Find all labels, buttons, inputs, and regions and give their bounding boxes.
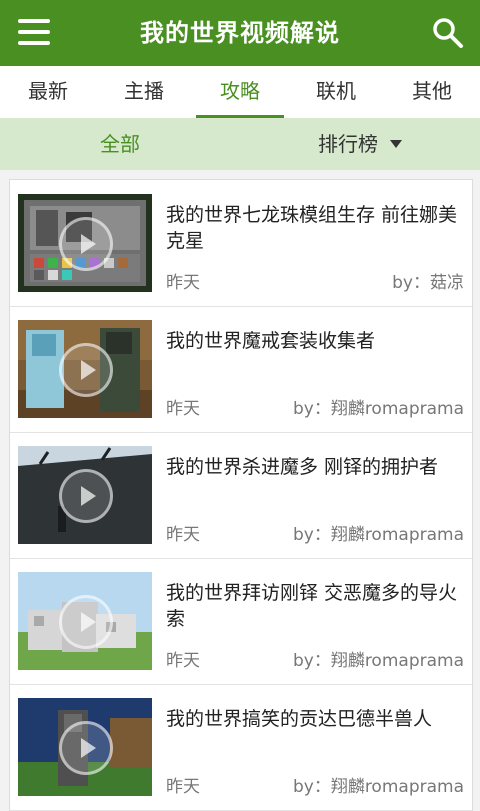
video-title: 我的世界七龙珠模组生存 前往娜美克星 [166, 204, 458, 252]
ranking-dropdown[interactable]: 排行榜 [240, 118, 480, 170]
video-thumbnail [18, 194, 152, 292]
video-author: by：翔麟romaprama [292, 525, 464, 545]
search-icon[interactable] [430, 15, 466, 51]
tab-multiplayer[interactable]: 联机 [288, 66, 384, 118]
video-author: by：翔麟romaprama [292, 651, 464, 671]
tab-streamers[interactable]: 主播 [96, 66, 192, 118]
page-title: 我的世界视频解说 [140, 19, 340, 47]
video-item[interactable]: 我的世界魔戒套装收集者 昨天 by：翔麟romaprama [10, 306, 472, 433]
tab-other[interactable]: 其他 [384, 66, 480, 118]
video-date: 昨天 [166, 651, 200, 671]
video-item[interactable]: 我的世界搞笑的贡达巴德半兽人 昨天 by：翔麟romaprama [10, 684, 472, 811]
video-thumbnail [18, 320, 152, 418]
category-tabs: 最新 主播 攻略 联机 其他 [0, 66, 480, 119]
video-title: 我的世界搞笑的贡达巴德半兽人 [166, 708, 433, 730]
tab-latest[interactable]: 最新 [0, 66, 96, 118]
video-date: 昨天 [166, 777, 200, 797]
dropdown-arrow-icon [390, 139, 402, 148]
video-author: by：翔麟romaprama [292, 777, 464, 797]
video-date: 昨天 [166, 273, 200, 293]
play-icon [59, 469, 113, 523]
tab-guides[interactable]: 攻略 [192, 66, 288, 118]
video-date: 昨天 [166, 399, 200, 419]
filter-bar: 全部 排行榜 [0, 118, 480, 170]
video-date: 昨天 [166, 525, 200, 545]
video-author: by：菇凉 [392, 273, 464, 293]
video-thumbnail [18, 698, 152, 796]
video-item[interactable]: 我的世界杀进魔多 刚铎的拥护者 昨天 by：翔麟romaprama [10, 432, 472, 559]
ranking-label: 排行榜 [318, 132, 378, 156]
video-title: 我的世界拜访刚铎 交恶魔多的导火索 [166, 582, 458, 630]
play-icon [59, 721, 113, 775]
play-icon [59, 595, 113, 649]
filter-all[interactable]: 全部 [0, 118, 240, 170]
video-title: 我的世界魔戒套装收集者 [166, 330, 376, 352]
filter-all-label: 全部 [100, 132, 140, 156]
video-author: by：翔麟romaprama [292, 399, 464, 419]
video-title: 我的世界杀进魔多 刚铎的拥护者 [166, 456, 439, 478]
video-thumbnail [18, 572, 152, 670]
play-icon [59, 217, 113, 271]
video-item[interactable]: 我的世界拜访刚铎 交恶魔多的导火索 昨天 by：翔麟romaprama [10, 558, 472, 685]
video-list: 我的世界七龙珠模组生存 前往娜美克星 昨天 by：菇凉 我的世界魔戒套装收集者 … [9, 179, 473, 811]
video-thumbnail [18, 446, 152, 544]
play-icon [59, 343, 113, 397]
app-header: 我的世界视频解说 [0, 0, 480, 66]
video-item[interactable]: 我的世界七龙珠模组生存 前往娜美克星 昨天 by：菇凉 [10, 180, 472, 307]
